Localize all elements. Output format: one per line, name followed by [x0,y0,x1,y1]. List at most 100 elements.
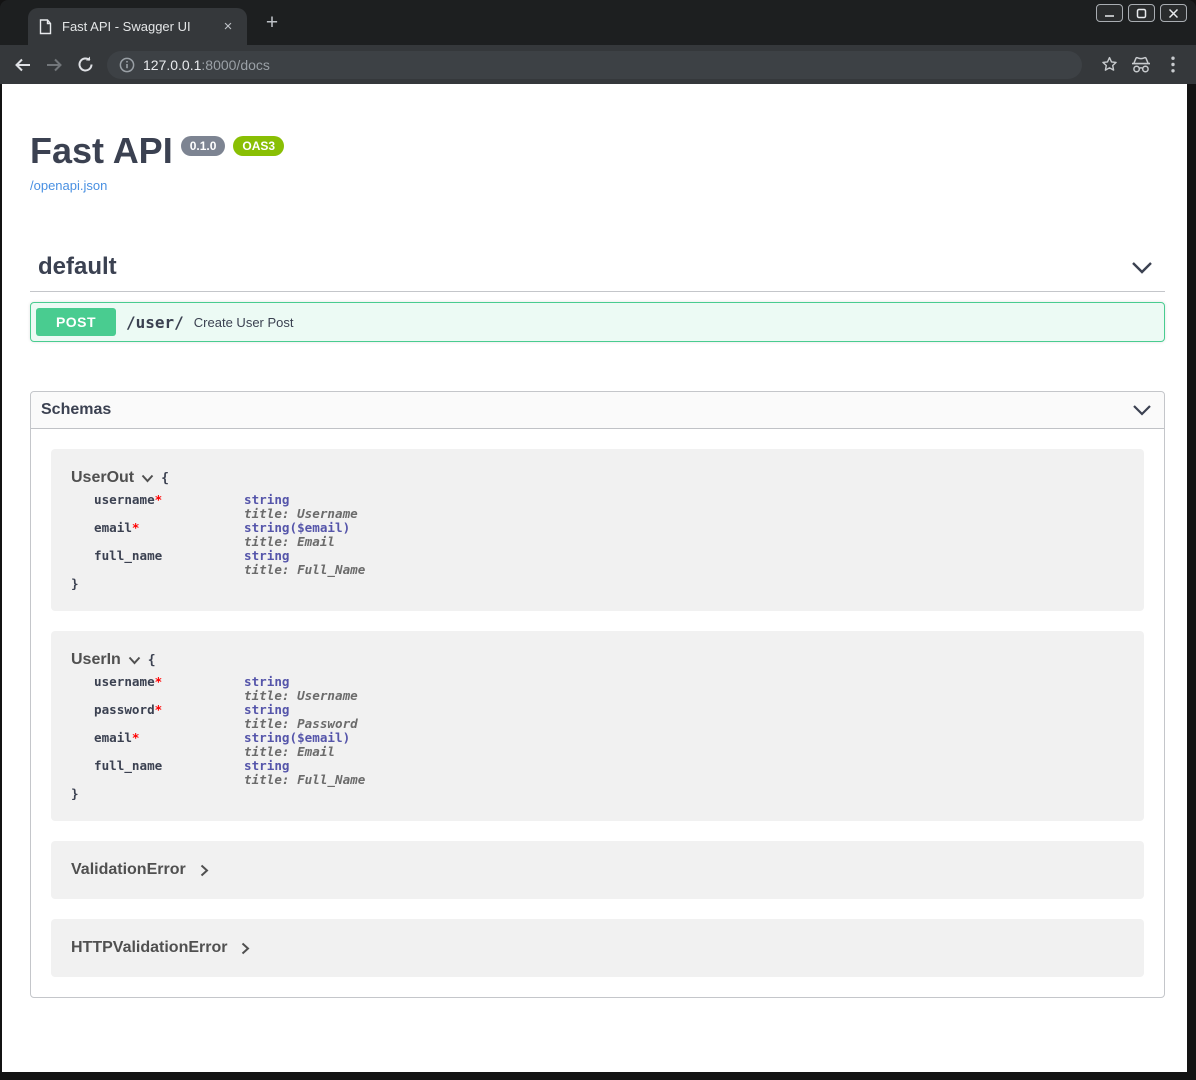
tag-name: default [38,253,117,281]
property-type: string($email) [244,731,350,745]
close-icon [1168,8,1179,19]
property-type: string [244,759,365,773]
site-info-icon[interactable] [119,57,135,73]
new-tab-button[interactable]: + [260,11,284,35]
property-name: full_name [94,549,244,577]
model-name: UserOut [71,469,134,487]
open-brace: { [148,653,156,668]
forward-button[interactable] [41,52,67,78]
tab-title: Fast API - Swagger UI [62,19,210,34]
url-text[interactable]: 127.0.0.1:8000/docs [143,57,270,73]
profile-button[interactable] [1128,52,1154,78]
chevron-down-icon[interactable] [128,656,141,665]
reload-button[interactable] [72,52,98,78]
openapi-spec-link[interactable]: /openapi.json [30,178,107,193]
property-definition: string title: Full_Name [244,759,365,787]
bookmark-button[interactable] [1096,52,1122,78]
property-name: full_name [94,759,244,787]
address-bar[interactable]: 127.0.0.1:8000/docs [107,51,1082,79]
operation-summary[interactable]: POST /user/ Create User Post [31,303,1164,341]
model-userout-title-row[interactable]: UserOut { [71,469,1124,487]
chevron-right-icon[interactable] [241,942,250,955]
open-brace: { [161,471,169,486]
operation-description: Create User Post [194,315,294,330]
property-name: email* [94,521,244,549]
property-title: title: Username [244,689,358,703]
property-title: title: Email [244,745,350,759]
property-definition: string title: Username [244,493,358,521]
chevron-right-icon[interactable] [200,864,209,877]
api-info: Fast API 0.1.0 OAS3 /openapi.json [30,84,1165,195]
schemas-section: Schemas UserOut { [30,391,1165,998]
chevron-down-icon[interactable] [1131,261,1153,274]
operation-path: /user/ [126,313,184,332]
browser-toolbar: 127.0.0.1:8000/docs [0,45,1196,84]
property-row: email* string($email) title: Email [94,731,1124,759]
kebab-menu-icon [1171,56,1175,73]
swagger-page: Fast API 0.1.0 OAS3 /openapi.json defaul… [2,84,1187,1072]
forward-arrow-icon [45,57,63,73]
property-row: password* string title: Password [94,703,1124,731]
browser-window: Fast API - Swagger UI × + [0,0,1196,1080]
page-favicon-icon [38,19,53,35]
property-definition: string($email) title: Email [244,731,350,759]
property-name: username* [94,675,244,703]
property-name: password* [94,703,244,731]
model-validationerror: ValidationError [51,841,1144,899]
property-definition: string title: Username [244,675,358,703]
model-name: UserIn [71,651,121,669]
method-badge: POST [36,308,116,336]
star-icon [1101,56,1118,73]
tab-strip: Fast API - Swagger UI × + [0,0,1196,45]
property-type: string [244,493,358,507]
browser-menu-button[interactable] [1160,52,1186,78]
api-title-row: Fast API 0.1.0 OAS3 [30,130,1165,172]
property-title: title: Email [244,535,350,549]
property-type: string [244,549,365,563]
property-definition: string title: Password [244,703,358,731]
back-arrow-icon [14,57,32,73]
property-title: title: Full_Name [244,773,365,787]
property-row: full_name string title: Full_Name [94,759,1124,787]
property-title: title: Full_Name [244,563,365,577]
model-userout: UserOut { username* string title: Userna… [51,449,1144,611]
required-star: * [155,492,163,507]
property-row: email* string($email) title: Email [94,521,1124,549]
model-httpvalidationerror-title-row[interactable]: HTTPValidationError [71,939,1124,957]
close-brace: } [71,577,1124,591]
property-row: username* string title: Username [94,675,1124,703]
property-type: string [244,703,358,717]
required-star: * [132,730,140,745]
property-name: email* [94,731,244,759]
window-controls [1096,4,1187,22]
property-definition: string title: Full_Name [244,549,365,577]
close-brace: } [71,787,1124,801]
model-name: ValidationError [71,861,186,879]
minimize-button[interactable] [1096,4,1123,22]
browser-tab[interactable]: Fast API - Swagger UI × [28,8,247,45]
model-httpvalidationerror: HTTPValidationError [51,919,1144,977]
property-type: string($email) [244,521,350,535]
incognito-icon [1131,56,1151,74]
required-star: * [155,674,163,689]
property-definition: string($email) title: Email [244,521,350,549]
schemas-body: UserOut { username* string title: Userna… [31,429,1164,977]
maximize-icon [1136,8,1147,19]
version-badge: 0.1.0 [181,136,226,156]
model-validationerror-title-row[interactable]: ValidationError [71,861,1124,879]
property-title: title: Username [244,507,358,521]
chevron-down-icon[interactable] [141,474,154,483]
schemas-header[interactable]: Schemas [31,392,1164,429]
property-row: full_name string title: Full_Name [94,549,1124,577]
model-userin-title-row[interactable]: UserIn { [71,651,1124,669]
model-userin: UserIn { username* string title: Usernam… [51,631,1144,821]
minimize-icon [1104,8,1115,19]
chevron-down-icon[interactable] [1132,404,1152,416]
operation-post-user[interactable]: POST /user/ Create User Post [30,302,1165,342]
api-title: Fast API [30,130,173,172]
maximize-button[interactable] [1128,4,1155,22]
close-window-button[interactable] [1160,4,1187,22]
tag-section-header[interactable]: default [30,243,1165,292]
back-button[interactable] [10,52,36,78]
tab-close-icon[interactable]: × [219,18,237,36]
